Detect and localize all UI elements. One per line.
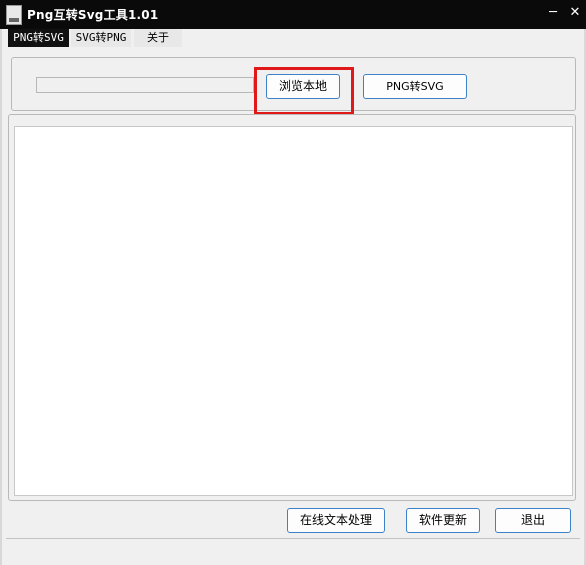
highlight-box xyxy=(254,67,354,115)
minimize-icon[interactable]: ─ xyxy=(544,4,562,22)
tab-about[interactable]: 关于 xyxy=(134,29,182,47)
window-title: Png互转Svg工具1.01 xyxy=(27,8,159,22)
exit-button[interactable]: 退出 xyxy=(495,508,571,533)
png-to-svg-button[interactable]: PNG转SVG xyxy=(363,74,467,99)
tab-png-to-svg[interactable]: PNG转SVG xyxy=(8,29,69,47)
online-text-button[interactable]: 在线文本处理 xyxy=(287,508,385,533)
software-update-button[interactable]: 软件更新 xyxy=(406,508,480,533)
file-path-input[interactable] xyxy=(36,77,254,93)
window-frame-left xyxy=(0,29,2,565)
output-textarea[interactable] xyxy=(14,126,573,496)
title-bar: Png互转Svg工具1.01 ─ ✕ xyxy=(0,0,586,29)
app-icon xyxy=(6,5,22,25)
tab-svg-to-png[interactable]: SVG转PNG xyxy=(71,29,131,47)
close-icon[interactable]: ✕ xyxy=(566,4,584,22)
status-divider xyxy=(6,538,580,539)
